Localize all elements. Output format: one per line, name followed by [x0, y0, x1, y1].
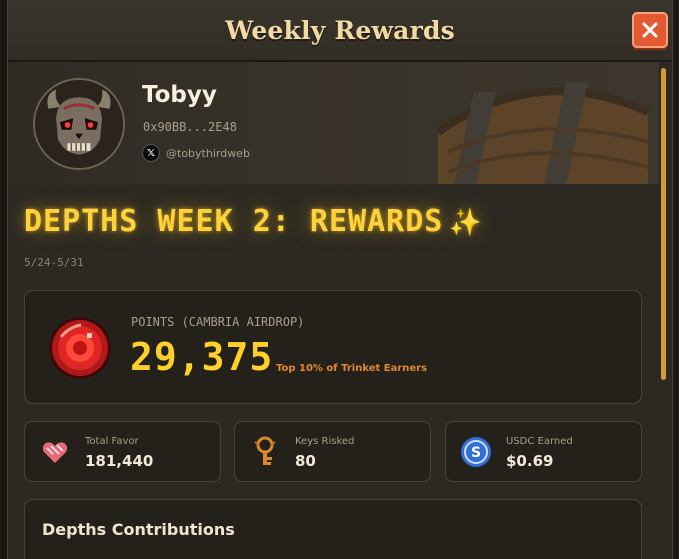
stat-label: Total Favor — [85, 436, 139, 447]
close-icon — [642, 22, 658, 38]
stat-label: USDC Earned — [506, 436, 573, 447]
profile-banner: Tobyy 0x90BB...2E48 𝕏 @tobythirdweb — [8, 62, 659, 184]
week-title: DEPTHS WEEK 2: REWARDS ✨ — [24, 204, 483, 239]
avatar[interactable] — [33, 78, 125, 170]
points-value: 29,375 — [130, 335, 274, 379]
stat-card-total-favor: Total Favor 181,440 — [24, 421, 221, 482]
stat-value: $0.69 — [506, 452, 554, 470]
key-icon — [254, 436, 276, 465]
weekly-rewards-modal: Weekly Rewards Tobyy 0x90BB...2E48 𝕏 @to… — [7, 0, 673, 559]
wallet-address[interactable]: 0x90BB...2E48 — [143, 120, 237, 134]
modal-titlebar: Weekly Rewards — [8, 0, 672, 62]
points-rank: Top 10% of Trinket Earners — [276, 363, 428, 374]
modal-title: Weekly Rewards — [225, 15, 455, 45]
stat-value: 80 — [295, 452, 316, 470]
week-title-text: DEPTHS WEEK 2: REWARDS — [24, 204, 444, 239]
social-handle-row[interactable]: 𝕏 @tobythirdweb — [142, 144, 250, 162]
usdc-coin-icon: S — [461, 437, 491, 467]
red-gem-icon — [49, 317, 111, 379]
x-logo-icon: 𝕏 — [142, 144, 160, 162]
scrollbar-thumb[interactable] — [661, 68, 666, 380]
social-handle: @tobythirdweb — [166, 146, 250, 160]
contributions-title: Depths Contributions — [42, 520, 235, 539]
username: Tobyy — [142, 82, 217, 108]
points-label: POINTS (CAMBRIA AIRDROP) — [131, 315, 305, 329]
skull-avatar-icon — [35, 80, 123, 168]
close-button[interactable] — [632, 12, 668, 48]
stat-label: Keys Risked — [295, 436, 355, 447]
stat-value: 181,440 — [85, 452, 154, 470]
favor-heart-icon — [42, 442, 68, 463]
svg-text:S: S — [471, 445, 481, 461]
stat-card-keys-risked: Keys Risked 80 — [234, 421, 431, 482]
sparkle-icon: ✨ — [449, 208, 483, 238]
contributions-card: Depths Contributions — [24, 499, 642, 559]
date-range: 5/24-5/31 — [24, 256, 84, 269]
modal-content: Tobyy 0x90BB...2E48 𝕏 @tobythirdweb DEPT… — [8, 62, 672, 559]
points-card: POINTS (CAMBRIA AIRDROP) 29,375 Top 10% … — [24, 290, 642, 404]
stat-card-usdc-earned: S USDC Earned $0.69 — [445, 421, 642, 482]
treasure-chest-icon — [435, 82, 650, 184]
